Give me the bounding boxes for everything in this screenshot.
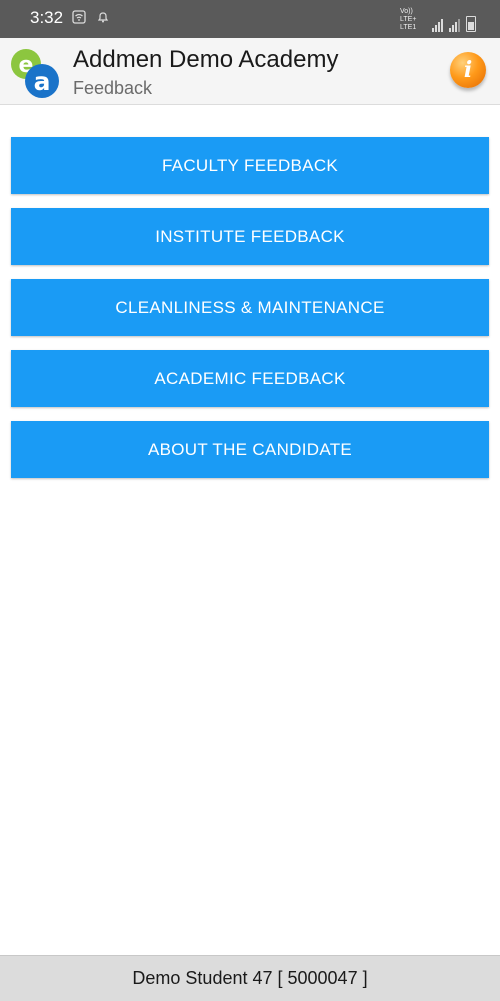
institute-feedback-button[interactable]: INSTITUTE FEEDBACK — [11, 208, 489, 265]
about-the-candidate-button[interactable]: ABOUT THE CANDIDATE — [11, 421, 489, 478]
signal-strength-icon-2 — [449, 18, 460, 32]
footer-user-info: Demo Student 47 [ 5000047 ] — [0, 955, 500, 1001]
wifi-calling-icon — [72, 10, 86, 24]
status-time: 3:32 — [30, 8, 64, 27]
academic-feedback-button[interactable]: ACADEMIC FEEDBACK — [11, 350, 489, 407]
signal-strength-icon — [432, 18, 443, 32]
feedback-menu: FACULTY FEEDBACK INSTITUTE FEEDBACK CLEA… — [11, 137, 489, 492]
info-button[interactable]: i — [450, 52, 486, 88]
battery-icon — [466, 16, 476, 32]
info-icon: i — [463, 57, 473, 83]
notification-bell-icon — [97, 12, 109, 23]
page-subtitle: Feedback — [73, 78, 153, 98]
app-title: Addmen Demo Academy — [73, 46, 339, 73]
app-bar: e a Addmen Demo Academy Feedback i — [0, 38, 500, 105]
faculty-feedback-button[interactable]: FACULTY FEEDBACK — [11, 137, 489, 194]
app-logo-icon: e a — [11, 49, 59, 98]
cleanliness-maintenance-button[interactable]: CLEANLINESS & MAINTENANCE — [11, 279, 489, 336]
svg-text:a: a — [34, 67, 51, 96]
status-icons-right: Vo)) LTE+ LTE1 — [400, 8, 476, 32]
status-bar: 3:32 Vo)) LTE+ LTE1 — [0, 0, 500, 38]
network-type-text: Vo)) LTE+ LTE1 — [400, 8, 417, 31]
status-icons-left — [72, 10, 110, 24]
